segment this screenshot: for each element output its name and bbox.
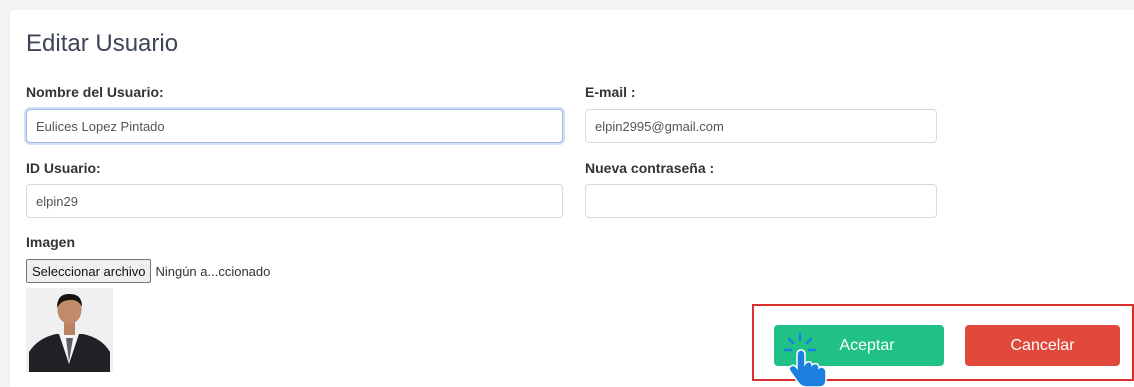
user-id-input[interactable] [26,184,563,218]
file-picker: Seleccionar archivo Ningún a...ccionado [26,259,270,283]
user-photo [26,288,113,372]
choose-file-button[interactable]: Seleccionar archivo [26,259,152,283]
image-label: Imagen [26,234,76,250]
new-password-label: Nueva contraseña : [585,160,715,176]
email-label: E-mail : [585,84,636,100]
accept-button[interactable]: Aceptar [774,325,944,366]
user-name-input[interactable] [26,109,563,143]
cancel-button[interactable]: Cancelar [965,325,1120,366]
email-input[interactable] [585,109,937,143]
new-password-input[interactable] [585,184,937,218]
user-id-label: ID Usuario: [26,160,101,176]
name-label: Nombre del Usuario: [26,84,164,100]
file-status-text: Ningún a...ccionado [155,263,271,279]
page-title: Editar Usuario [26,30,179,57]
